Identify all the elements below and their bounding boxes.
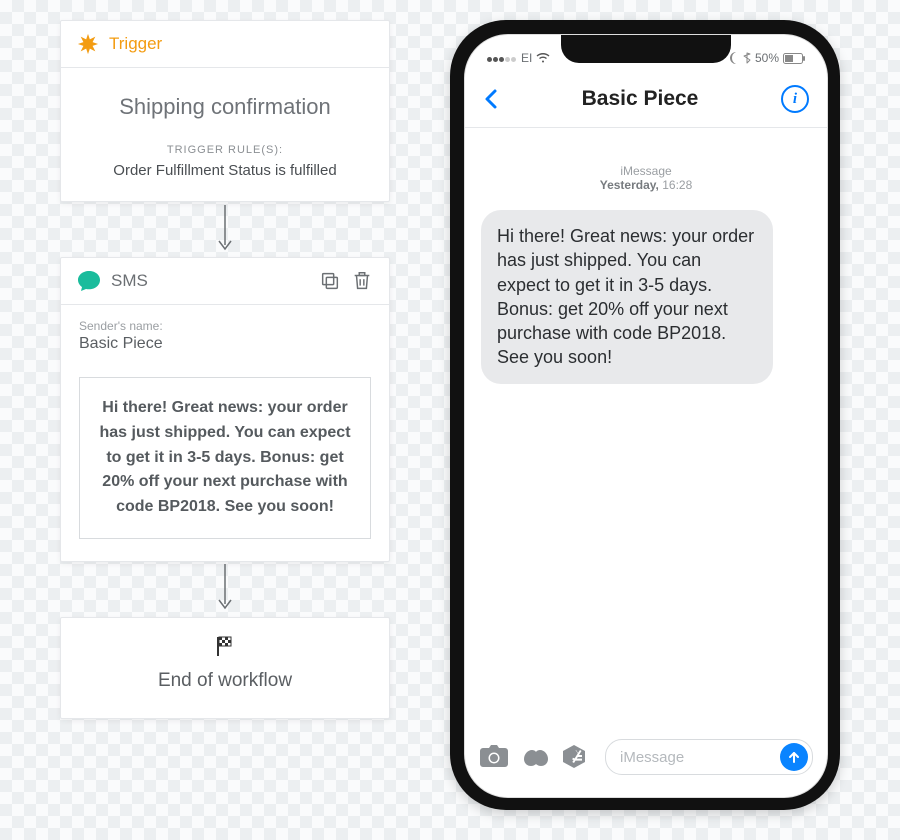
trigger-rules-label: TRIGGER RULE(S):	[61, 138, 389, 156]
trigger-card[interactable]: Trigger Shipping confirmation TRIGGER RU…	[60, 20, 390, 202]
thread-time: 16:28	[662, 178, 692, 192]
connector-arrow-1	[60, 202, 390, 257]
chat-body: iMessage Yesterday, 16:28 Hi there! Grea…	[465, 128, 827, 402]
wifi-icon	[536, 53, 550, 63]
sender-name: Basic Piece	[79, 333, 371, 353]
bluetooth-icon	[743, 52, 751, 64]
starburst-icon	[77, 33, 99, 55]
battery-icon	[783, 53, 805, 64]
app-store-icon[interactable]	[563, 744, 593, 770]
chat-nav-bar: Basic Piece i	[465, 73, 827, 128]
chat-title: Basic Piece	[499, 87, 781, 111]
trigger-card-header: Trigger	[61, 21, 389, 68]
end-workflow-card: End of workflow	[60, 617, 390, 719]
trash-icon[interactable]	[351, 270, 373, 292]
sms-header-label: SMS	[111, 271, 148, 291]
end-workflow-label: End of workflow	[71, 662, 379, 692]
sms-message-preview[interactable]: Hi there! Great news: your order has jus…	[79, 377, 371, 539]
sms-card[interactable]: SMS Sender's name: Basic Piece Hi there!…	[60, 257, 390, 562]
thread-day: Yesterday,	[600, 178, 659, 192]
phone-notch	[561, 35, 731, 63]
camera-icon[interactable]	[479, 744, 509, 770]
send-button[interactable]	[780, 743, 808, 771]
duplicate-icon[interactable]	[319, 270, 341, 292]
thread-label: iMessage	[481, 164, 811, 178]
info-icon[interactable]: i	[781, 85, 809, 113]
trigger-header-label: Trigger	[109, 34, 162, 54]
sender-label: Sender's name:	[79, 319, 371, 333]
trigger-title: Shipping confirmation	[61, 68, 389, 138]
battery-percent: 50%	[755, 51, 779, 65]
phone-device-frame: EI 15:26 50% Basic Piece i iMessage Yest…	[450, 20, 840, 810]
message-bubble[interactable]: Hi there! Great news: your order has jus…	[481, 210, 773, 384]
arrow-up-icon	[787, 750, 801, 764]
back-chevron-icon[interactable]	[483, 87, 499, 111]
message-input-bar: iMessage	[465, 731, 827, 783]
speech-bubble-icon	[77, 270, 101, 292]
message-input[interactable]: iMessage	[605, 739, 813, 775]
chat-thread-meta: iMessage Yesterday, 16:28	[481, 164, 811, 192]
connector-arrow-2	[60, 562, 390, 617]
checkered-flag-icon	[71, 636, 379, 662]
trigger-rules-text: Order Fulfillment Status is fulfilled	[61, 156, 389, 201]
message-input-placeholder: iMessage	[620, 749, 684, 766]
signal-strength-icon	[487, 51, 517, 65]
carrier-label: EI	[521, 51, 532, 65]
sms-card-header: SMS	[61, 258, 389, 305]
moon-icon	[729, 52, 739, 64]
digital-touch-icon[interactable]	[521, 744, 551, 770]
